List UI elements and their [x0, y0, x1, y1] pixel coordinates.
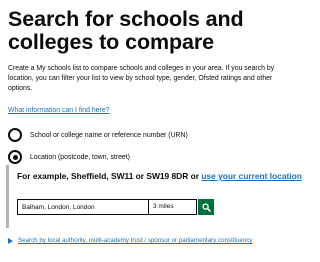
- current-location-link[interactable]: use your current location: [201, 171, 302, 181]
- expand-arrow-icon: [8, 238, 13, 244]
- page-title: Search for schools and colleges to compa…: [8, 7, 244, 54]
- distance-select[interactable]: 3 miles: [149, 199, 197, 215]
- radio-button-name[interactable]: [8, 128, 22, 142]
- radio-name-label: School or college name or reference numb…: [30, 131, 188, 139]
- search-button[interactable]: [198, 199, 214, 215]
- radio-location-label: Location (postcode, town, street): [30, 153, 130, 161]
- location-example: For example, Sheffield, SW11 or SW19 8DR…: [17, 171, 302, 182]
- radio-location-option[interactable]: Location (postcode, town, street): [8, 150, 130, 164]
- location-search-panel: For example, Sheffield, SW11 or SW19 8DR…: [6, 165, 302, 228]
- intro-text: Create a My schools list to compare scho…: [8, 65, 275, 93]
- radio-name-option[interactable]: School or college name or reference numb…: [8, 128, 188, 142]
- radio-button-location[interactable]: [8, 150, 22, 164]
- other-search-toggle[interactable]: Search by local authority, multi-academy…: [8, 237, 252, 245]
- location-example-text: For example, Sheffield, SW11 or SW19 8DR…: [17, 171, 199, 181]
- search-icon: [201, 202, 211, 212]
- page-content: Search for schools and colleges to compa…: [8, 8, 298, 117]
- location-input[interactable]: [17, 199, 149, 215]
- other-search-link[interactable]: Search by local authority, multi-academy…: [18, 237, 252, 245]
- help-link[interactable]: What information can I find here?: [8, 106, 110, 115]
